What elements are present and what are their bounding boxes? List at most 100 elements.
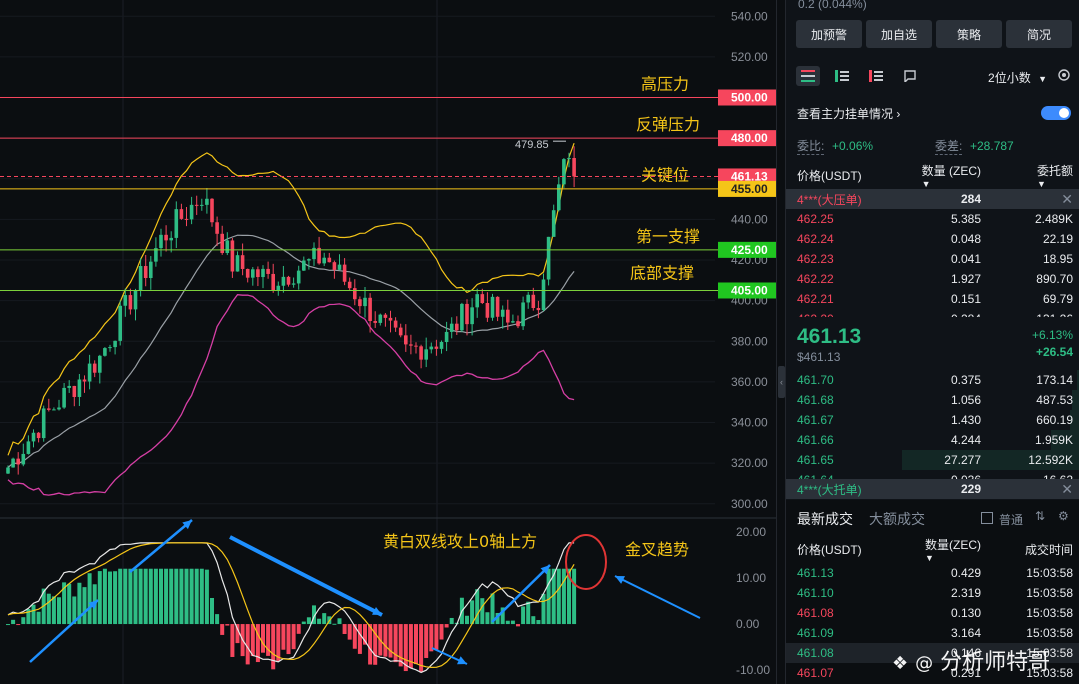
macd-histogram-bar bbox=[434, 624, 439, 650]
price-tick-label: 440.00 bbox=[731, 212, 768, 226]
close-icon[interactable]: ✕ bbox=[1061, 191, 1073, 208]
bid-row[interactable]: 461.67 1.430 660.19 bbox=[786, 410, 1079, 430]
level-annotation: 底部支撑 bbox=[630, 263, 694, 282]
strategy-button[interactable]: 策略 bbox=[936, 20, 1002, 48]
trade-time: 15:03:58 bbox=[1026, 606, 1073, 620]
candle-body bbox=[434, 346, 439, 349]
candle-body bbox=[235, 255, 240, 272]
trade-row: 461.09 3.164 15:03:58 bbox=[786, 623, 1079, 643]
decimals-select[interactable]: 2位小数 ▼ bbox=[988, 69, 1047, 86]
macd-histogram-bar bbox=[332, 623, 337, 625]
filter-icon[interactable]: ⇅ bbox=[1035, 509, 1045, 523]
decimals-value: 2位小数 bbox=[988, 71, 1031, 85]
candle-body bbox=[189, 204, 194, 220]
tab-latest-trades[interactable]: 最新成交 bbox=[797, 509, 853, 529]
row-qty: 1.056 bbox=[950, 393, 981, 407]
bids-view-icon[interactable] bbox=[830, 66, 854, 86]
trade-price: 461.13 bbox=[797, 566, 834, 580]
macd-histogram-bar bbox=[414, 624, 418, 665]
macd-histogram-bar bbox=[521, 606, 526, 625]
overview-button[interactable]: 简况 bbox=[1006, 20, 1072, 48]
candle-body bbox=[47, 408, 51, 410]
macd-histogram-bar bbox=[21, 617, 26, 625]
row-price: 462.24 bbox=[797, 232, 834, 246]
macd-histogram-bar bbox=[51, 596, 56, 625]
level-tag-text: 425.00 bbox=[731, 243, 768, 257]
candle-body bbox=[103, 348, 107, 356]
candle-body bbox=[302, 260, 306, 271]
macd-histogram-bar bbox=[347, 624, 352, 640]
candle-body bbox=[424, 349, 428, 360]
price-tick-label: 540.00 bbox=[731, 9, 768, 23]
ask-row[interactable]: 462.22 1.927 890.70 bbox=[786, 269, 1079, 289]
ask-row[interactable]: 462.24 0.048 22.19 bbox=[786, 229, 1079, 249]
change-abs: +26.54 bbox=[1035, 345, 1073, 359]
collapse-arrow-icon[interactable]: ‹ bbox=[778, 366, 785, 398]
row-amount: 2.489K bbox=[1034, 212, 1073, 226]
candle-body bbox=[347, 281, 352, 289]
row-price: 461.67 bbox=[797, 413, 834, 427]
ask-row[interactable]: 462.23 0.041 18.95 bbox=[786, 249, 1079, 269]
macd-histogram-bar bbox=[159, 568, 163, 625]
settings-icon[interactable] bbox=[1057, 68, 1071, 85]
trend-arrow bbox=[491, 564, 551, 623]
qty-header[interactable]: 数量 (ZEC) ▼ bbox=[922, 162, 981, 189]
add-watchlist-button[interactable]: 加自选 bbox=[866, 20, 932, 48]
candle-body bbox=[133, 290, 138, 310]
macd-histogram-bar bbox=[46, 593, 51, 625]
trade-qty: 3.164 bbox=[950, 626, 981, 640]
level-annotation: 高压力 bbox=[641, 75, 689, 94]
trades-header: 价格(USDT) 数量(ZEC) ▼ 成交时间 bbox=[786, 538, 1079, 563]
ask-row[interactable]: 462.25 5.385 2.489K bbox=[786, 209, 1079, 229]
candle-body bbox=[245, 268, 250, 278]
close-icon[interactable]: ✕ bbox=[1061, 481, 1073, 498]
candle-body bbox=[490, 296, 495, 318]
macd-histogram-bar bbox=[225, 624, 230, 626]
candle-body bbox=[500, 309, 505, 317]
normal-checkbox[interactable] bbox=[981, 512, 993, 524]
bid-row[interactable]: 461.70 0.375 173.14 bbox=[786, 370, 1079, 390]
candle-body bbox=[460, 303, 464, 331]
candle-body bbox=[123, 295, 128, 306]
candle-body bbox=[164, 234, 168, 241]
macd-histogram-bar bbox=[383, 624, 388, 657]
trades-view-icon[interactable] bbox=[898, 66, 922, 86]
candle-body bbox=[363, 297, 367, 307]
macd-histogram-bar bbox=[393, 624, 398, 663]
tab-large-trades[interactable]: 大额成交 bbox=[869, 509, 925, 529]
both-sides-view-icon[interactable] bbox=[796, 66, 820, 86]
candle-body bbox=[485, 302, 490, 318]
main-orders-toggle[interactable] bbox=[1041, 106, 1071, 120]
candle-body bbox=[404, 335, 408, 345]
orderbook-panel: 0.2 (0.044%) 加预警 加自选 策略 简况 2位小数 ▼ 查看主力挂单… bbox=[786, 0, 1079, 684]
macd-histogram-bar bbox=[230, 624, 235, 657]
candle-body bbox=[337, 264, 342, 270]
add-alert-button[interactable]: 加预警 bbox=[796, 20, 862, 48]
gear-icon[interactable]: ⚙ bbox=[1058, 509, 1069, 523]
macd-histogram-bar bbox=[97, 571, 102, 625]
candle-body bbox=[26, 441, 31, 454]
candle-body bbox=[230, 240, 235, 272]
candle-body bbox=[327, 257, 332, 263]
chart-canvas[interactable]: 540.00520.00500.00480.00460.00440.00420.… bbox=[0, 0, 776, 684]
asks-view-icon[interactable] bbox=[864, 66, 888, 86]
macd-histogram-bar bbox=[505, 620, 510, 625]
macd-histogram-bar bbox=[148, 568, 153, 625]
bid-row[interactable]: 461.66 4.244 1.959K bbox=[786, 430, 1079, 450]
row-qty: 4.244 bbox=[950, 433, 981, 447]
main-orders-link[interactable]: 查看主力挂单情况 › bbox=[797, 105, 900, 122]
qty-header-label: 数量 (ZEC) bbox=[921, 163, 981, 178]
panel-splitter[interactable]: ‹ bbox=[776, 0, 786, 684]
ask-row[interactable]: 462.21 0.151 69.79 bbox=[786, 289, 1079, 309]
amount-header[interactable]: 委托额 ▼ bbox=[1037, 162, 1073, 189]
macd-histogram-bar bbox=[536, 620, 541, 625]
trade-qty-header[interactable]: 数量(ZEC) ▼ bbox=[925, 536, 981, 563]
bid-row[interactable]: 461.68 1.056 487.53 bbox=[786, 390, 1079, 410]
row-price: 462.22 bbox=[797, 272, 834, 286]
macd-histogram-bar bbox=[133, 568, 138, 625]
kline-chart[interactable]: 540.00520.00500.00480.00460.00440.00420.… bbox=[0, 0, 776, 684]
bid-row[interactable]: 461.65 27.277 12.592K bbox=[786, 450, 1079, 470]
price-tick-label: 380.00 bbox=[731, 334, 768, 348]
candle-body bbox=[215, 222, 219, 234]
level-annotation: 反弹压力 bbox=[636, 115, 700, 134]
